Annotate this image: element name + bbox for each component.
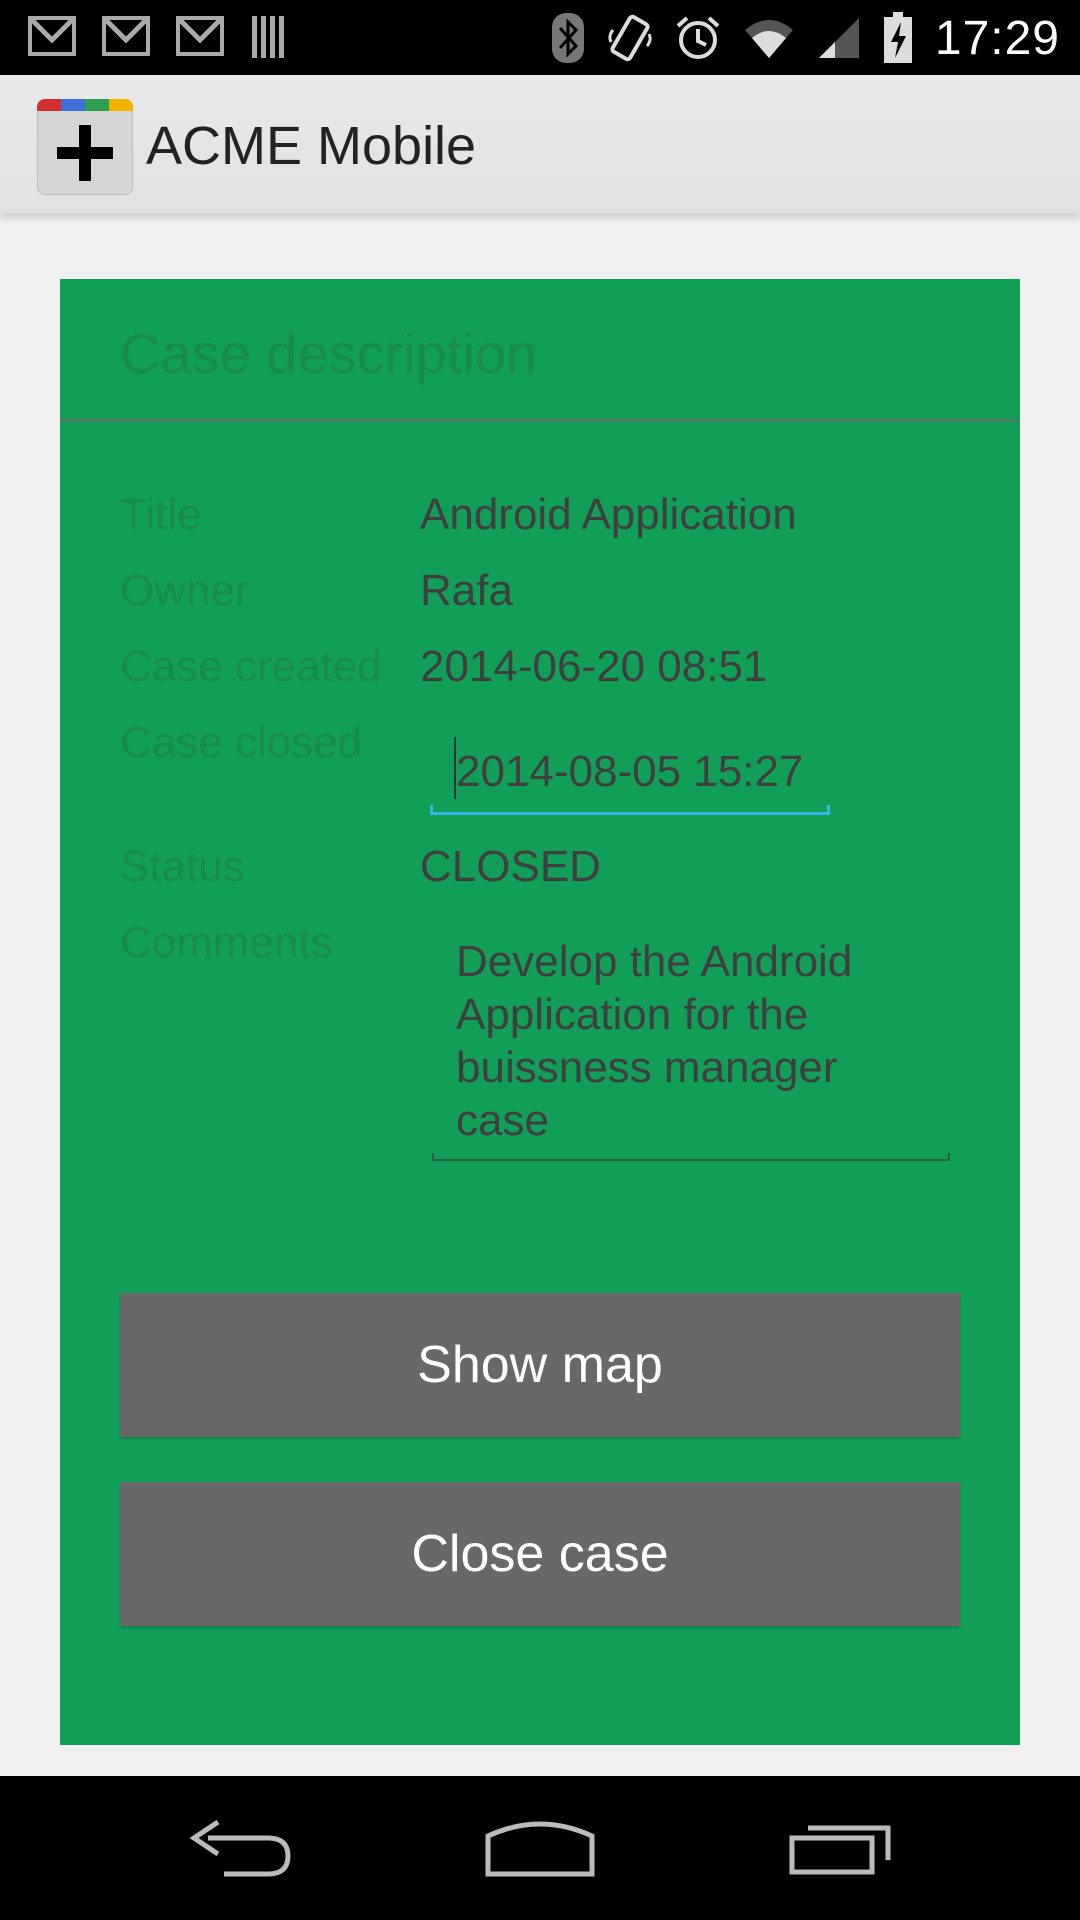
alarm-icon bbox=[676, 16, 720, 59]
header-divider bbox=[60, 419, 1020, 422]
system-icons: 17:29 bbox=[551, 8, 1060, 68]
recents-button[interactable] bbox=[740, 1776, 940, 1920]
navigation-bar bbox=[0, 1776, 1080, 1920]
status-value: CLOSED bbox=[420, 842, 601, 891]
case-created-label: Case created bbox=[120, 642, 382, 691]
gmail-icon bbox=[176, 16, 224, 56]
comments-label: Comments bbox=[120, 918, 333, 967]
show-map-button[interactable]: Show map bbox=[120, 1293, 960, 1437]
status-label: Status bbox=[120, 842, 245, 891]
gmail-icon bbox=[28, 16, 76, 56]
case-closed-input[interactable]: 2014-08-05 15:27 bbox=[430, 725, 830, 815]
case-created-value: 2014-06-20 08:51 bbox=[420, 642, 768, 691]
comments-value: Develop the Android Application for the … bbox=[456, 937, 853, 1145]
wifi-icon bbox=[744, 20, 793, 58]
case-card: Case description Title Android Applicati… bbox=[60, 279, 1020, 1745]
battery-charging-icon bbox=[883, 12, 912, 63]
owner-label: Owner bbox=[120, 566, 250, 615]
barcode-icon bbox=[252, 16, 284, 58]
status-clock: 17:29 bbox=[934, 11, 1060, 65]
back-button[interactable] bbox=[140, 1776, 340, 1920]
owner-value: Rafa bbox=[420, 566, 513, 615]
case-closed-label: Case closed bbox=[120, 718, 363, 767]
comments-input[interactable]: Develop the Android Application for the … bbox=[432, 935, 950, 1161]
close-case-button[interactable]: Close case bbox=[120, 1482, 960, 1626]
bluetooth-icon bbox=[551, 13, 584, 63]
back-icon bbox=[189, 1819, 291, 1877]
notification-icons bbox=[28, 14, 290, 60]
gmail-icon bbox=[102, 16, 150, 56]
case-closed-value: 2014-08-05 15:27 bbox=[456, 747, 804, 796]
title-value: Android Application bbox=[420, 490, 797, 539]
vibrate-icon bbox=[608, 14, 652, 62]
app-title: ACME Mobile bbox=[146, 116, 477, 176]
status-bar: 17:29 bbox=[0, 0, 1080, 75]
home-button[interactable] bbox=[440, 1776, 640, 1920]
case-header: Case description bbox=[120, 322, 538, 385]
signal-icon bbox=[818, 18, 859, 58]
app-plus-icon[interactable] bbox=[37, 99, 133, 195]
home-icon bbox=[485, 1821, 595, 1877]
title-label: Title bbox=[120, 490, 202, 539]
action-bar: ACME Mobile bbox=[0, 75, 1080, 213]
recents-icon bbox=[789, 1825, 891, 1875]
